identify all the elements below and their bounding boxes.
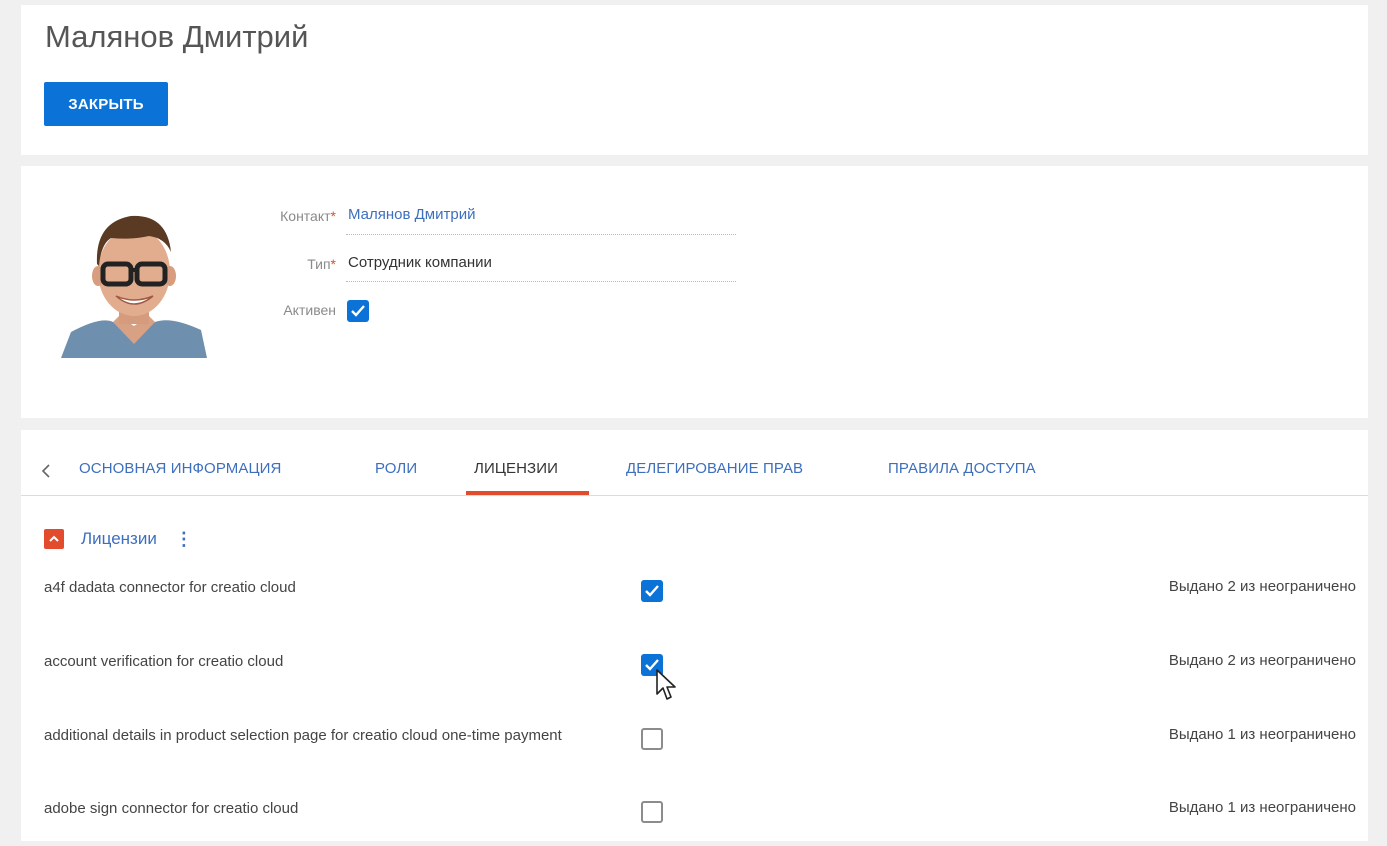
license-name: additional details in product selection … [44,727,562,744]
license-status: Выдано 2 из неограничено [1168,578,1356,595]
kebab-menu-icon[interactable]: ⋮ [175,530,193,548]
profile-section: Контакт* Малянов Дмитрий Тип* Сотрудник … [21,166,1368,418]
license-checkbox[interactable] [641,728,663,750]
tab-main-info[interactable]: ОСНОВНАЯ ИНФОРМАЦИЯ [79,460,281,477]
type-label: Тип* [307,256,336,272]
chevron-left-icon[interactable] [41,463,51,479]
license-checkbox[interactable] [641,580,663,602]
contact-photo [61,204,207,358]
tab-access-rules[interactable]: ПРАВИЛА ДОСТУПА [888,460,1036,477]
licenses-group-title[interactable]: Лицензии [81,529,157,549]
active-tab-indicator [466,491,589,495]
tab-licenses[interactable]: ЛИЦЕНЗИИ [474,460,558,477]
license-checkbox[interactable] [641,801,663,823]
checkmark-icon [645,585,659,597]
tab-roles[interactable]: РОЛИ [375,460,417,477]
tab-bar: ОСНОВНАЯ ИНФОРМАЦИЯ РОЛИ ЛИЦЕНЗИИ ДЕЛЕГИ… [21,430,1368,496]
type-value-field[interactable]: Сотрудник компании [348,254,492,271]
chevron-up-icon [49,535,59,542]
page-title: Малянов Дмитрий [45,19,309,54]
license-status: Выдано 1 из неограничено [1168,799,1356,816]
mouse-cursor-icon [656,669,676,700]
tab-delegation[interactable]: ДЕЛЕГИРОВАНИЕ ПРАВ [626,460,803,477]
close-button[interactable]: ЗАКРЫТЬ [44,82,168,126]
avatar-photo-icon [61,215,207,358]
license-name: account verification for creatio cloud [44,653,284,670]
checkmark-icon [351,305,365,317]
page-header: Малянов Дмитрий ЗАКРЫТЬ [21,5,1368,155]
active-label: Активен [283,302,336,318]
license-status: Выдано 1 из неограничено [1168,726,1356,743]
contact-value-link[interactable]: Малянов Дмитрий [348,206,475,223]
contact-label: Контакт* [280,208,336,224]
license-name: adobe sign connector for creatio cloud [44,800,299,817]
contact-field-underline [346,234,736,235]
type-field-underline [346,281,736,282]
details-section: ОСНОВНАЯ ИНФОРМАЦИЯ РОЛИ ЛИЦЕНЗИИ ДЕЛЕГИ… [21,430,1368,841]
active-checkbox[interactable] [347,300,369,322]
license-status: Выдано 2 из неограничено [1168,652,1356,669]
licenses-group-header: Лицензии ⋮ [44,529,193,549]
license-name: a4f dadata connector for creatio cloud [44,579,296,596]
collapse-toggle-button[interactable] [44,529,64,549]
